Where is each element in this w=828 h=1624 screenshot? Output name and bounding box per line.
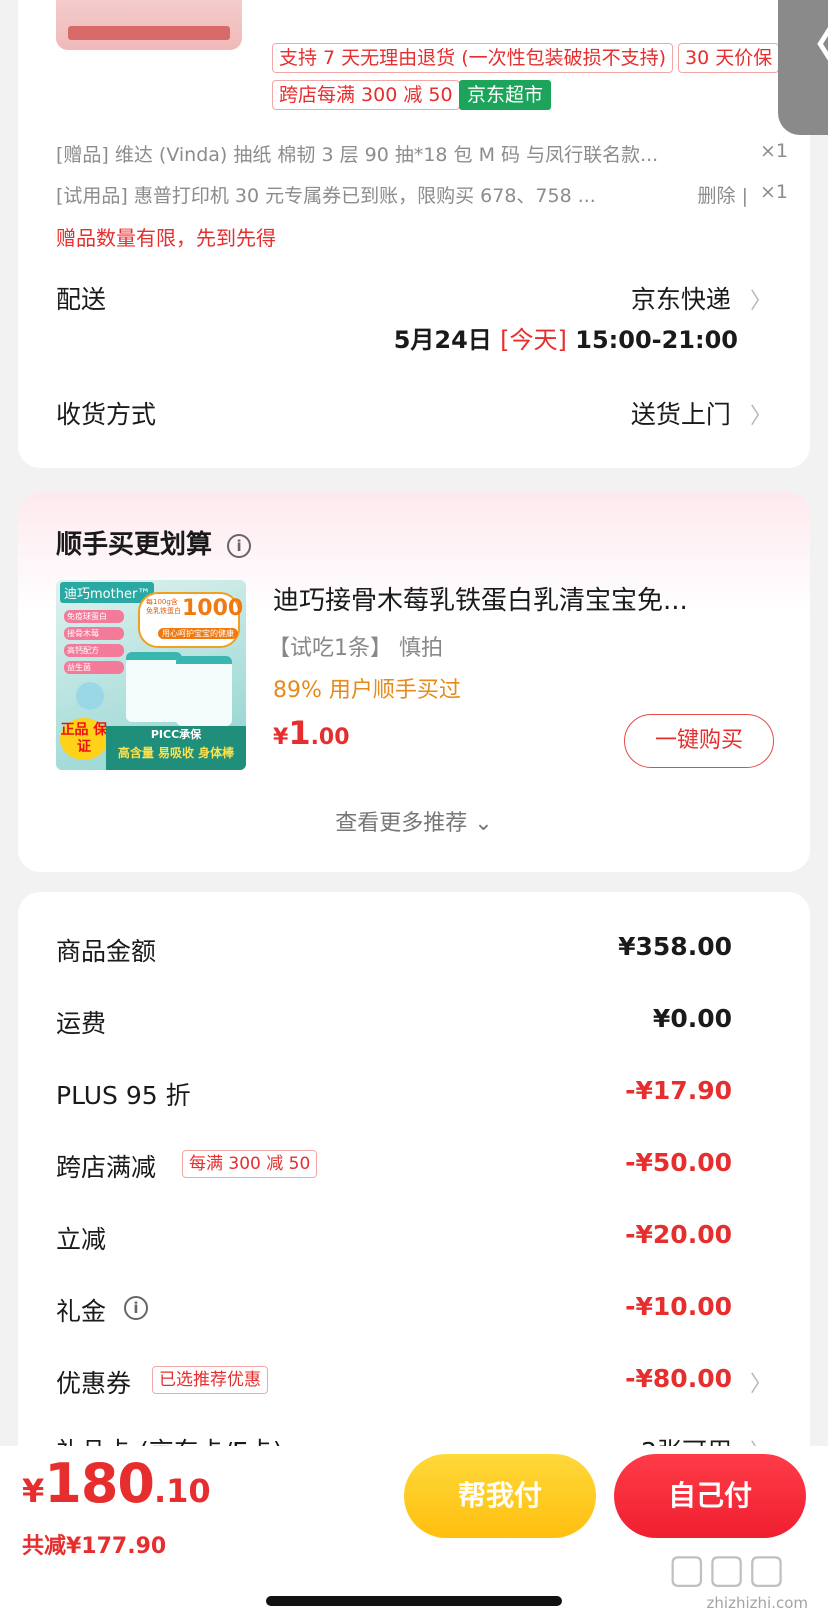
summary-label: 礼金 — [56, 1297, 107, 1326]
cross-store-tag: 跨店每满 300 减 50 — [272, 80, 460, 110]
home-indicator — [266, 1596, 562, 1606]
recommend-product-sub: 【试吃1条】 慎拍 — [268, 636, 443, 661]
summary-row: 礼金 i -¥10.00 — [56, 1292, 732, 1332]
view-more-recommend[interactable]: 查看更多推荐 ⌄ — [18, 805, 810, 837]
back-arrow-icon: 〈 — [790, 6, 828, 76]
recommend-product-image[interactable]: 迪巧mother™ 每100g含 免乳铁蛋白 1000 用心呵护宝宝的健康 免疫… — [56, 580, 246, 770]
total-saved: 共减¥177.90 — [22, 1534, 167, 1559]
summary-label: 优惠券 — [56, 1369, 132, 1398]
receive-method-row[interactable]: 送货上门 〉 — [631, 395, 772, 431]
gift-note: 赠品数量有限，先到先得 — [56, 226, 276, 250]
chevron-right-icon: 〉 — [749, 404, 772, 429]
summary-label: 立减 — [56, 1225, 107, 1254]
recommend-title: 顺手买更划算 i — [56, 524, 252, 561]
summary-row: 跨店满减 每满 300 减 50 -¥50.00 — [56, 1148, 732, 1188]
watermark-site: zhizhizhi.com — [706, 1594, 808, 1612]
watermark-logo: ▢▢▢ — [668, 1546, 788, 1590]
summary-row: 运费 ¥0.00 — [56, 1004, 732, 1044]
summary-value: ¥0.00 — [652, 1004, 732, 1033]
order-product-card: 支持 7 天无理由退货 (一次性包装破损不支持) 30 天价保 跨店每满 300… — [18, 0, 810, 468]
product-can-left — [126, 652, 182, 722]
delivery-window: 15:00-21:00 — [575, 326, 738, 354]
return-policy-tag: 支持 7 天无理由退货 (一次性包装破损不支持) — [272, 43, 674, 73]
feature-list: 免疫球蛋白 接骨木莓 高钙配方 益生菌 — [64, 610, 124, 674]
image-badge: 每100g含 免乳铁蛋白 1000 用心呵护宝宝的健康 — [138, 592, 243, 648]
summary-row: 商品金额 ¥358.00 — [56, 932, 732, 972]
help-pay-button[interactable]: 帮我付 — [404, 1454, 596, 1538]
summary-label: 商品金额 — [56, 937, 157, 966]
info-icon[interactable]: i — [124, 1296, 148, 1320]
cross-store-discount-tag: 每满 300 减 50 — [182, 1150, 318, 1178]
summary-value: -¥17.90 — [625, 1076, 732, 1105]
total-price: ¥180.10 — [22, 1452, 211, 1515]
recommend-card: 顺手买更划算 i 迪巧mother™ 每100g含 免乳铁蛋白 1000 用心呵… — [18, 492, 810, 872]
coupon-selected-tag: 已选推荐优惠 — [152, 1366, 268, 1394]
recommend-product-title[interactable]: 迪巧接骨木莓乳铁蛋白乳清宝宝免... — [273, 580, 688, 617]
price-protect-tag: 30 天价保 — [678, 43, 780, 73]
shield-icon — [76, 682, 104, 710]
image-banner: PICC承保 高含量 易吸收 身体棒 — [106, 726, 246, 770]
receive-method: 送货上门 — [630, 400, 731, 429]
trial-qty: ×1 — [759, 181, 788, 203]
recommend-title-text: 顺手买更划算 — [56, 530, 213, 560]
summary-label: 运费 — [56, 1009, 107, 1038]
info-icon[interactable]: i — [227, 533, 252, 558]
one-click-buy-button[interactable]: 一键购买 — [624, 714, 774, 768]
self-pay-button[interactable]: 自己付 — [614, 1454, 806, 1538]
chevron-right-icon: 〉 — [749, 289, 772, 314]
delivery-time: 5月24日 [今天] 15:00-21:00 — [394, 320, 738, 355]
delivery-date: 5月24日 — [393, 326, 492, 354]
delivery-carrier: 京东快递 — [630, 285, 731, 314]
recommend-product-stat: 89% 用户顺手买过 — [273, 678, 461, 703]
summary-row: 立减 -¥20.00 — [56, 1220, 732, 1260]
gift-item: [赠品] 维达 (Vinda) 抽纸 棉韧 3 层 90 抽*18 包 M 码 … — [56, 144, 659, 166]
summary-row: PLUS 95 折 -¥17.90 — [56, 1076, 732, 1116]
supermarket-tag: 京东超市 — [459, 80, 552, 110]
coupon-row[interactable]: 优惠券 已选推荐优惠 -¥80.00 〉 — [56, 1364, 772, 1404]
receive-label: 收货方式 — [56, 400, 157, 429]
summary-value: -¥80.00 — [625, 1364, 732, 1393]
summary-value: -¥50.00 — [625, 1148, 732, 1177]
recommend-product-price: ¥1.00 — [273, 714, 350, 752]
product-can-right — [176, 656, 232, 726]
chevron-right-icon: 〉 — [749, 1372, 772, 1397]
seal-badge: 正品 保证 — [60, 718, 108, 760]
summary-label: 跨店满减 — [56, 1153, 157, 1182]
delivery-today: [今天] — [500, 326, 567, 354]
trial-delete-link[interactable]: 删除 | — [698, 181, 748, 208]
bottom-pay-bar: ¥180.10 共减¥177.90 帮我付 自己付 ▢▢▢ zhizhizhi.… — [0, 1446, 828, 1624]
product-thumbnail[interactable] — [56, 0, 242, 50]
gift-qty: ×1 — [759, 140, 788, 162]
trial-item: [试用品] 惠普打印机 30 元专属券已到账，限购买 678、758 ... — [56, 185, 596, 207]
brand-logo: 迪巧mother™ — [60, 582, 155, 603]
delivery-label: 配送 — [56, 285, 107, 314]
back-tab[interactable]: 〈 — [778, 0, 828, 135]
summary-value: ¥358.00 — [618, 932, 732, 961]
summary-value: -¥20.00 — [625, 1220, 732, 1249]
delivery-carrier-row[interactable]: 京东快递 〉 — [631, 280, 772, 316]
summary-value: -¥10.00 — [625, 1292, 732, 1321]
summary-label: PLUS 95 折 — [56, 1081, 191, 1110]
